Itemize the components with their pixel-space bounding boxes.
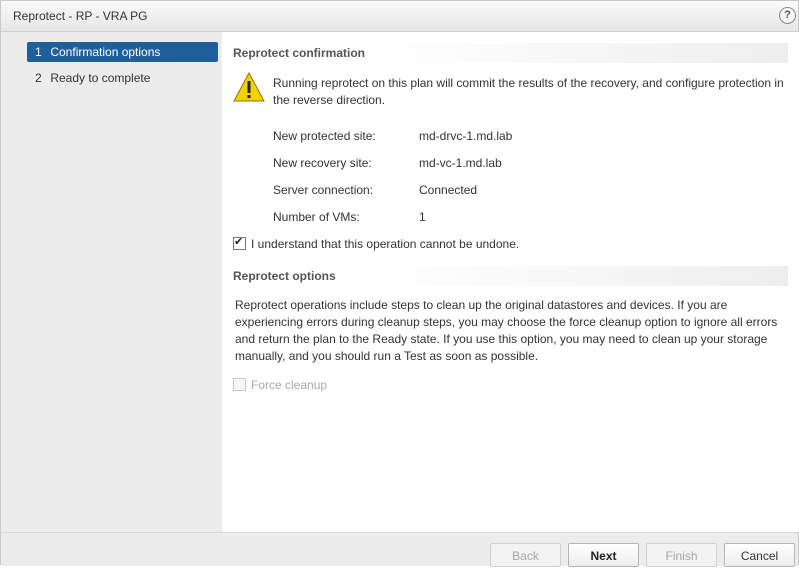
warning-triangle-icon <box>233 72 265 102</box>
server-connection-value: Connected <box>419 183 478 197</box>
back-button[interactable]: Back <box>490 543 561 567</box>
acknowledge-label[interactable]: I understand that this operation cannot … <box>251 237 519 251</box>
force-cleanup-checkbox[interactable] <box>233 378 246 391</box>
new-recovery-site-label: New recovery site: <box>273 156 372 170</box>
step-label: Confirmation options <box>50 45 161 59</box>
dialog-title: Reprotect - RP - VRA PG <box>13 9 148 23</box>
wizard-steps-sidebar: 1 Confirmation options 2 Ready to comple… <box>1 32 222 532</box>
step-label: Ready to complete <box>50 71 151 85</box>
new-protected-site-label: New protected site: <box>273 129 376 143</box>
finish-button[interactable]: Finish <box>646 543 717 567</box>
force-cleanup-label[interactable]: Force cleanup <box>251 378 327 392</box>
new-protected-site-value: md-drvc-1.md.lab <box>419 129 513 143</box>
server-connection-label: Server connection: <box>273 183 374 197</box>
main-content: Reprotect confirmation Running reprotect… <box>223 32 799 532</box>
acknowledge-checkbox[interactable] <box>233 235 246 250</box>
step-number: 1 <box>35 45 42 59</box>
step-confirmation-options[interactable]: 1 Confirmation options <box>27 42 218 62</box>
title-bar: Reprotect - RP - VRA PG ? <box>1 1 798 32</box>
help-icon[interactable]: ? <box>779 7 796 24</box>
cancel-button[interactable]: Cancel <box>724 543 795 567</box>
number-of-vms-label: Number of VMs: <box>273 210 360 224</box>
number-of-vms-value: 1 <box>419 210 426 224</box>
warning-message: Running reprotect on this plan will comm… <box>273 76 784 107</box>
reprotect-confirmation-heading: Reprotect confirmation <box>233 43 788 63</box>
new-recovery-site-value: md-vc-1.md.lab <box>419 156 502 170</box>
dialog-footer: Back Next Finish Cancel <box>1 532 798 567</box>
step-number: 2 <box>35 71 42 85</box>
step-ready-to-complete[interactable]: 2 Ready to complete <box>27 68 218 88</box>
next-button[interactable]: Next <box>568 543 639 567</box>
reprotect-options-heading: Reprotect options <box>233 266 788 286</box>
reprotect-options-description: Reprotect operations include steps to cl… <box>235 298 778 363</box>
reprotect-dialog: Reprotect - RP - VRA PG ? 1 Confirmation… <box>0 0 799 567</box>
